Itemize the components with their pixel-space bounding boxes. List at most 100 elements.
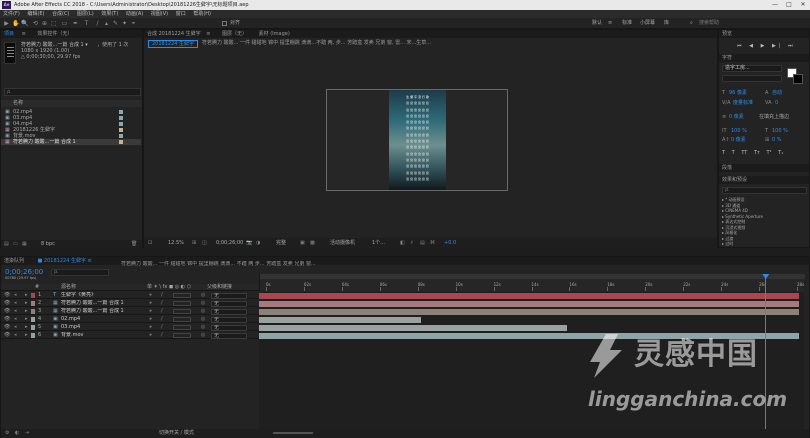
transfer-controls-icon[interactable]: ◐ (15, 429, 19, 438)
superscript-button[interactable]: T¹ (767, 150, 772, 156)
switch-boxes[interactable] (173, 309, 191, 314)
audio-icon[interactable]: ◂ (14, 332, 17, 339)
expand-chevron-icon[interactable]: ▸ (25, 324, 28, 331)
flowchart-icon[interactable]: ⌘ (430, 238, 435, 248)
horizontal-scale-value[interactable]: 100 % (772, 128, 788, 134)
tab-footage[interactable]: 素材 (Image) (259, 31, 290, 37)
tsume-value[interactable]: 0 % (772, 137, 782, 143)
rotate-tool-icon[interactable]: ⟲ (32, 20, 39, 27)
prev-frame-icon[interactable]: ◀ (749, 43, 756, 49)
workspace-standard[interactable]: 标准 (622, 20, 632, 27)
project-search-input[interactable]: ρ. (4, 88, 141, 96)
tab-layer[interactable]: 图层（无） (222, 31, 247, 37)
quality-switch-icon[interactable]: / (161, 332, 163, 339)
layer-switches-icon[interactable]: ⚙ (5, 429, 9, 438)
small-caps-button[interactable]: Tт (754, 150, 760, 156)
table-row[interactable]: 👁 ◂ ▸ 3 ▦ 符若腾力 酸酸...一篇 合成 1 ⚹ / ◎ 无 (1, 308, 259, 315)
switch-boxes[interactable] (173, 301, 191, 306)
timeline-timecode[interactable]: 0;00;26;00 (5, 268, 43, 276)
new-folder-icon[interactable]: ▭ (13, 240, 18, 248)
pan-behind-tool-icon[interactable]: ⬚ (50, 20, 57, 27)
bit-depth-label[interactable]: 8 bpc (41, 240, 55, 248)
shy-switch-icon[interactable]: ⚹ (149, 324, 152, 331)
stretch-icon[interactable]: ⇥ (25, 429, 29, 438)
tab-render-queue[interactable]: 渲染队列 (4, 258, 24, 264)
audio-icon[interactable]: ◂ (14, 300, 17, 307)
comp-timecode[interactable]: 0;00;26;00 (216, 238, 243, 248)
clone-tool-icon[interactable]: ▴ (103, 20, 110, 27)
column-number[interactable]: # (35, 284, 39, 291)
tab-project-menu-icon[interactable]: ≡ (22, 31, 26, 37)
exposure-value[interactable]: +0.0 (444, 238, 456, 248)
column-switches[interactable]: 单 ✶ \ fx ◼ ◎ ◐ ⬡ (147, 284, 191, 291)
layer-duration-bar[interactable] (259, 309, 799, 315)
faux-bold-button[interactable]: T (722, 150, 725, 156)
visibility-eye-icon[interactable]: 👁 (4, 300, 10, 307)
parent-dropdown[interactable]: 无 (211, 293, 247, 299)
view-layout-icon[interactable]: ◧ (400, 238, 405, 248)
label-color[interactable] (31, 293, 35, 298)
all-caps-button[interactable]: TT (741, 150, 747, 156)
effects-tree-item[interactable]: ▸ 过时 (722, 241, 807, 247)
zoom-slider[interactable] (273, 432, 313, 434)
faux-italic-button[interactable]: T (732, 150, 735, 156)
close-button[interactable]: ✕ (796, 0, 810, 10)
table-row[interactable]: 👁 ◂ ▸ 6 ▣ 背景.mov ⚹ / ◎ 无 (1, 332, 259, 339)
preview-panel-tab[interactable]: 预览 (719, 30, 809, 38)
delete-icon[interactable]: 🗑 (131, 240, 137, 248)
mask-icon[interactable]: ◫ (202, 238, 207, 248)
table-row[interactable]: 👁 ◂ ▸ 5 ▣ 03.mp4 ⚹ / ◎ 无 (1, 324, 259, 331)
pickwhip-icon[interactable]: ◎ (201, 292, 205, 299)
visibility-eye-icon[interactable]: 👁 (4, 308, 10, 315)
effects-search-input[interactable]: ρ. (722, 187, 807, 194)
visibility-eye-icon[interactable]: 👁 (4, 324, 10, 331)
font-family-dropdown[interactable]: 造字工房... (722, 65, 782, 72)
audio-icon[interactable]: ◂ (14, 316, 17, 323)
comp-viewer-frame[interactable]: 生 僻 字 流 行 歌 窗 窗 窗 窗 窗 窗 窗 窗 窗 窗 窗 窗 窗 窗 … (326, 89, 508, 191)
expand-chevron-icon[interactable]: ▸ (25, 332, 28, 339)
tracking-value[interactable]: 0 (775, 100, 778, 106)
pickwhip-icon[interactable]: ◎ (201, 300, 205, 307)
menu-animation[interactable]: 动画(A) (126, 10, 143, 18)
kerning-value[interactable]: 度量标准 (733, 100, 753, 106)
vertical-scale-value[interactable]: 100 % (731, 128, 747, 134)
tab-project[interactable]: 项目 (4, 31, 14, 37)
layer-name[interactable]: 符若腾力 酸酸...一篇 合成 1 (61, 308, 143, 315)
list-item[interactable]: ▦ 符若腾力 酸酸...一篇 合成 1 (1, 139, 141, 145)
quality-switch-icon[interactable]: / (161, 308, 163, 315)
switch-boxes[interactable] (173, 333, 191, 338)
play-icon[interactable]: ▶ (761, 43, 768, 49)
layer-duration-bar[interactable] (259, 325, 567, 331)
channel-icon[interactable]: ◑ (256, 238, 260, 248)
expand-chevron-icon[interactable]: ▸ (25, 300, 28, 307)
switch-boxes[interactable] (173, 293, 191, 298)
roto-brush-tool-icon[interactable]: ✦ (121, 20, 128, 27)
pickwhip-icon[interactable]: ◎ (201, 308, 205, 315)
camera-dropdown[interactable]: 活动摄像机 (330, 238, 355, 248)
maximize-button[interactable]: □ (782, 0, 796, 10)
quality-switch-icon[interactable]: / (161, 300, 163, 307)
subscript-button[interactable]: T₁ (778, 150, 783, 156)
hand-tool-icon[interactable]: ✋ (12, 20, 19, 27)
type-tool-icon[interactable]: T (83, 20, 90, 27)
effects-presets-tab[interactable]: 效果和预设 (719, 176, 809, 184)
expand-chevron-icon[interactable]: ▸ (25, 316, 28, 323)
quality-switch-icon[interactable]: / (161, 292, 163, 299)
label-color[interactable] (31, 333, 35, 338)
layer-name[interactable]: 02.mp4 (61, 316, 143, 323)
switch-boxes[interactable] (173, 325, 191, 330)
rectangle-tool-icon[interactable]: ▭ (61, 20, 68, 27)
timeline-search-input[interactable]: ρ. (51, 269, 109, 276)
stroke-color-swatch[interactable] (793, 74, 803, 84)
audio-icon[interactable]: ◂ (14, 324, 17, 331)
menu-help[interactable]: 帮助(H) (193, 10, 211, 18)
character-panel-tab[interactable]: 字符 (719, 54, 809, 62)
column-name[interactable]: 名称 (13, 100, 23, 107)
layer-duration-bar[interactable] (259, 301, 799, 307)
table-row[interactable]: 👁 ◂ ▸ 2 ▦ 符若腾力 酸酸...一篇 合成 1 ⚹ / ◎ 无 (1, 300, 259, 307)
region-icon[interactable]: ▣ (300, 238, 305, 248)
label-color[interactable] (31, 317, 35, 322)
menu-file[interactable]: 文件(F) (3, 10, 20, 18)
tab-effect-controls[interactable]: 效果控件（无） (37, 31, 72, 37)
font-style-dropdown[interactable] (722, 75, 782, 82)
